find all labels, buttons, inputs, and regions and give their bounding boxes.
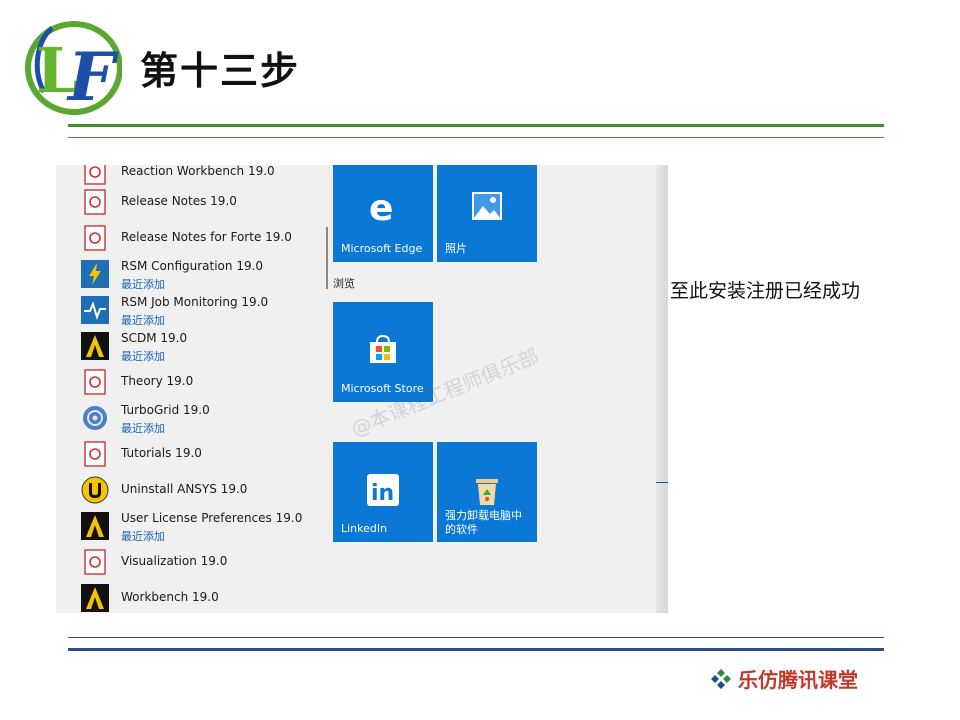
recently-added-label: 最近添加	[121, 530, 165, 543]
start-menu-screenshot: Reaction Workbench 19.0 Release Notes 19…	[56, 165, 668, 613]
app-name: Reaction Workbench 19.0	[121, 165, 275, 178]
recently-added-label: 最近添加	[121, 422, 165, 435]
tile-label: Microsoft Edge	[341, 242, 423, 255]
footer-divider-thin	[68, 637, 884, 638]
photos-icon	[472, 192, 502, 224]
rsm-monitor-icon	[80, 295, 110, 325]
scrollbar[interactable]	[326, 227, 328, 289]
recently-added-label: 最近添加	[121, 350, 165, 363]
uninstall-icon	[80, 475, 110, 505]
app-item-tutorials[interactable]: Tutorials 19.0	[56, 436, 326, 472]
app-name: RSM Job Monitoring 19.0	[121, 295, 269, 309]
recycle-bin-icon	[473, 476, 501, 510]
app-item-rsm-job-monitoring[interactable]: RSM Job Monitoring 19.0 最近添加	[56, 292, 326, 328]
app-name: Tutorials 19.0	[121, 446, 202, 460]
app-name: User License Preferences 19.0	[121, 511, 303, 525]
pdf-doc-icon	[80, 547, 110, 577]
svg-text:F: F	[66, 38, 119, 116]
app-item-release-notes[interactable]: Release Notes 19.0	[56, 184, 326, 220]
ansys-logo-icon	[80, 583, 110, 613]
pdf-doc-icon	[80, 223, 110, 253]
app-item-scdm[interactable]: SCDM 19.0 最近添加	[56, 328, 326, 364]
app-name: Uninstall ANSYS 19.0	[121, 482, 248, 496]
footer-divider	[68, 648, 884, 651]
page-title: 第十三步	[140, 49, 301, 93]
panel-edge	[656, 165, 668, 613]
tile-label: 强力卸载电脑中的软件	[445, 509, 522, 536]
rsm-config-icon	[80, 259, 110, 289]
pdf-doc-icon	[80, 367, 110, 397]
tile-microsoft-edge[interactable]: e Microsoft Edge	[333, 165, 433, 262]
tile-group-label: 浏览	[333, 277, 355, 290]
recently-added-label: 最近添加	[121, 278, 165, 291]
recently-added-label: 最近添加	[121, 314, 165, 327]
tile-label: LinkedIn	[341, 522, 388, 535]
app-item-theory[interactable]: Theory 19.0	[56, 364, 326, 400]
svg-text:in: in	[371, 481, 394, 506]
tile-photos[interactable]: 照片	[437, 165, 537, 262]
app-name: Visualization 19.0	[121, 554, 228, 568]
app-name: Theory 19.0	[121, 374, 194, 388]
app-item-user-license-preferences[interactable]: User License Preferences 19.0 最近添加	[56, 508, 326, 544]
pdf-doc-icon	[80, 439, 110, 469]
edge-icon: e	[366, 188, 400, 229]
lf-logo-icon: L F	[25, 21, 122, 116]
diamond-cluster-icon	[711, 668, 731, 689]
app-name: Release Notes for Forte 19.0	[121, 230, 292, 244]
app-list: Reaction Workbench 19.0 Release Notes 19…	[56, 165, 326, 613]
app-item-visualization[interactable]: Visualization 19.0	[56, 544, 326, 580]
app-name: Workbench 19.0	[121, 590, 219, 604]
side-divider	[656, 482, 668, 483]
footer-brand: 乐仿腾讯课堂	[710, 664, 858, 693]
app-item-turbogrid[interactable]: TurboGrid 19.0 最近添加	[56, 400, 326, 436]
ansys-logo-icon	[80, 331, 110, 361]
pdf-doc-icon	[80, 187, 110, 217]
footer-brand-text: 乐仿腾讯课堂	[738, 668, 858, 692]
ansys-logo-icon	[80, 511, 110, 541]
app-name: TurboGrid 19.0	[121, 403, 210, 417]
store-icon	[368, 334, 398, 368]
app-name: SCDM 19.0	[121, 331, 188, 345]
app-name: Release Notes 19.0	[121, 194, 237, 208]
tile-uninstaller[interactable]: 强力卸载电脑中的软件	[437, 442, 537, 542]
linkedin-icon: in	[367, 474, 399, 510]
tile-linkedin[interactable]: in LinkedIn	[333, 442, 433, 542]
header-divider-thin	[68, 137, 884, 138]
app-name: RSM Configuration 19.0	[121, 259, 264, 273]
app-item-uninstall-ansys[interactable]: Uninstall ANSYS 19.0	[56, 472, 326, 508]
tile-label: 照片	[445, 242, 467, 255]
svg-text:e: e	[369, 190, 393, 224]
app-item-rsm-configuration[interactable]: RSM Configuration 19.0 最近添加	[56, 256, 326, 292]
app-item-workbench[interactable]: Workbench 19.0	[56, 580, 326, 613]
caption-text: 至此安装注册已经成功	[670, 280, 861, 302]
header-divider	[68, 124, 884, 127]
turbogrid-icon	[80, 403, 110, 433]
app-item-release-notes-forte[interactable]: Release Notes for Forte 19.0	[56, 220, 326, 256]
